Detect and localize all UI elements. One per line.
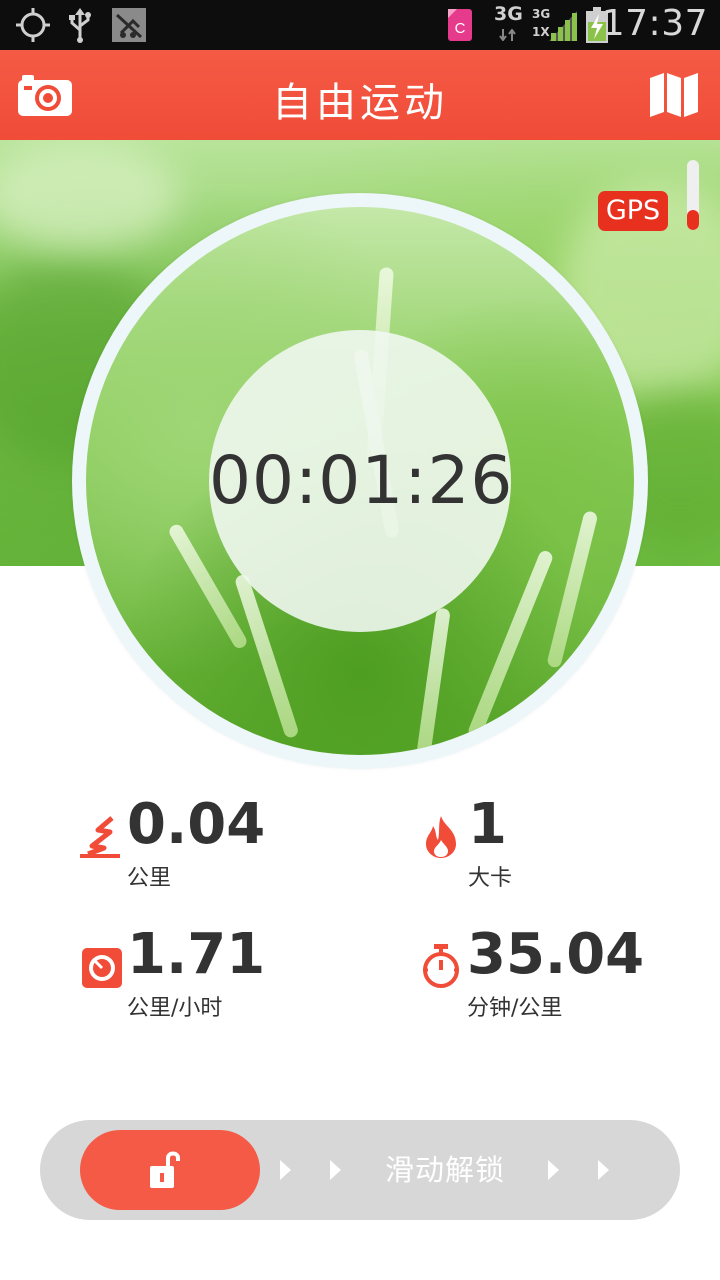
chevron-right-icon <box>548 1160 559 1180</box>
elapsed-timer: 00:01:26 <box>209 442 514 519</box>
map-button[interactable] <box>648 72 700 118</box>
distance-value: 0.04 <box>127 792 266 857</box>
flame-icon <box>426 816 456 858</box>
usb-icon <box>66 6 94 44</box>
gps-crosshair-icon <box>14 6 52 44</box>
calories-unit: 大卡 <box>468 866 513 891</box>
gps-status-badge: GPS <box>598 191 668 231</box>
calories-value: 1 <box>468 792 507 857</box>
gps-signal-level <box>687 210 699 230</box>
app-bar: 自由运动 <box>0 50 720 140</box>
speedometer-icon <box>82 948 122 988</box>
speed-value: 1.71 <box>127 922 266 987</box>
clock: 17:37 <box>601 3 708 44</box>
c-app-icon: C <box>446 6 474 44</box>
pace-unit: 分钟/公里 <box>467 996 563 1021</box>
signal-icon <box>546 6 580 44</box>
pace-value: 35.04 <box>467 922 645 987</box>
chevron-right-icon <box>598 1160 609 1180</box>
unlock-slider-label: 滑动解锁 <box>384 1153 505 1187</box>
gps-signal-meter <box>687 160 699 230</box>
data-arrows-icon <box>496 28 524 42</box>
svg-text:C: C <box>455 20 466 37</box>
status-bar: C 3G 3G 1X 17:37 <box>0 0 720 50</box>
stopwatch-icon <box>423 944 459 988</box>
page-title: 自由运动 <box>272 80 448 126</box>
speed-unit: 公里/小时 <box>127 996 223 1021</box>
app-notification-icon <box>110 6 148 44</box>
unlock-icon <box>150 1151 180 1188</box>
map-icon <box>650 73 698 117</box>
chevron-right-icon <box>280 1160 291 1180</box>
distance-icon <box>80 816 120 858</box>
unlock-slider-knob[interactable] <box>80 1130 260 1210</box>
network-type-primary: 3G <box>494 3 523 25</box>
chevron-right-icon <box>330 1160 341 1180</box>
distance-unit: 公里 <box>127 866 172 891</box>
